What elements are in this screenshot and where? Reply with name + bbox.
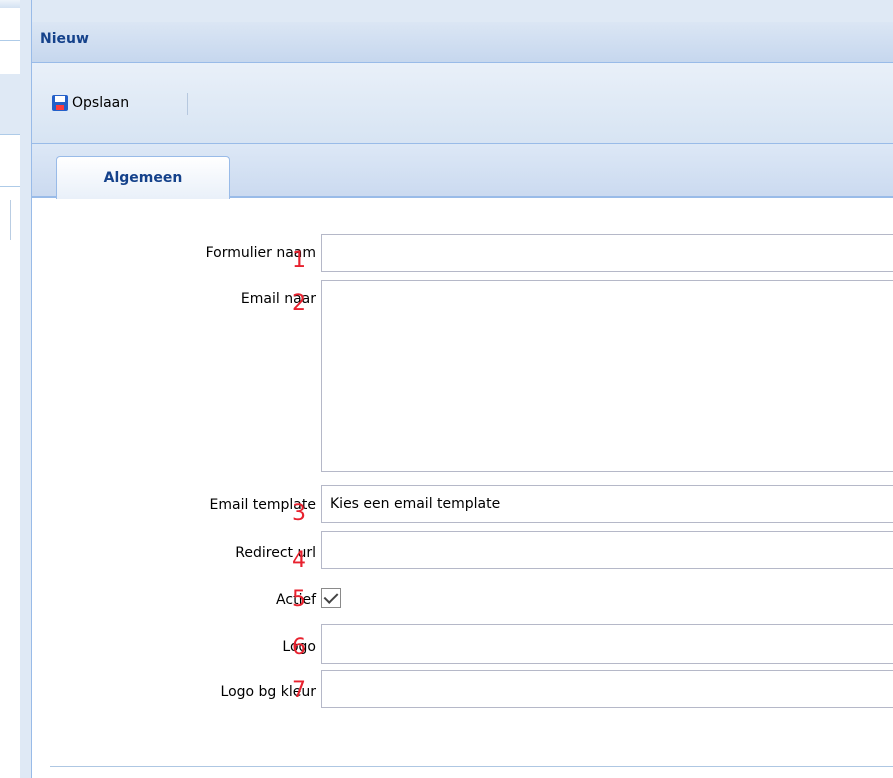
tab-algemeen[interactable]: Algemeen [56, 156, 230, 199]
save-button[interactable]: Opslaan [52, 90, 129, 116]
annotation-number: 1 [292, 248, 306, 273]
splitter[interactable] [20, 0, 31, 778]
email-template-select[interactable]: Kies een email template [321, 485, 893, 523]
floppy-disk-icon [52, 95, 68, 111]
email-template-selected: Kies een email template [330, 496, 501, 512]
annotation-number: 5 [292, 587, 306, 612]
save-button-label: Opslaan [72, 95, 130, 111]
email-naar-textarea[interactable] [321, 280, 893, 472]
redirect-url-input[interactable] [321, 531, 893, 569]
window-title: Nieuw [40, 31, 89, 47]
tab-label: Algemeen [103, 170, 183, 186]
toolbar: Opslaan [32, 63, 893, 144]
toolbar-separator [187, 93, 188, 115]
logo-bg-kleur-input[interactable] [321, 670, 893, 708]
annotation-number: 2 [292, 291, 306, 316]
left-panel-toolbar [0, 74, 20, 134]
tab-strip: Algemeen [32, 144, 893, 199]
left-panel [0, 0, 20, 778]
form-body: Formulier naam 1 Email naar 2 Email temp… [32, 198, 893, 758]
window-header: Nieuw [32, 22, 893, 63]
annotation-number: 4 [292, 548, 306, 573]
left-panel-item[interactable] [0, 200, 11, 240]
annotation-number: 6 [292, 635, 306, 660]
left-panel-divider [0, 40, 20, 41]
logo-input[interactable] [321, 624, 893, 664]
annotation-number: 3 [292, 501, 306, 526]
form-bottom-divider [50, 766, 893, 767]
left-panel-divider [0, 134, 20, 135]
left-panel-header [0, 0, 20, 8]
window-top-border [32, 0, 893, 23]
actief-checkbox[interactable] [321, 588, 341, 608]
formulier-naam-input[interactable] [321, 234, 893, 272]
annotation-number: 7 [292, 678, 306, 703]
form-window: Nieuw Opslaan Algemeen Formulier naam 1 … [31, 0, 893, 778]
left-panel-divider [0, 186, 20, 187]
